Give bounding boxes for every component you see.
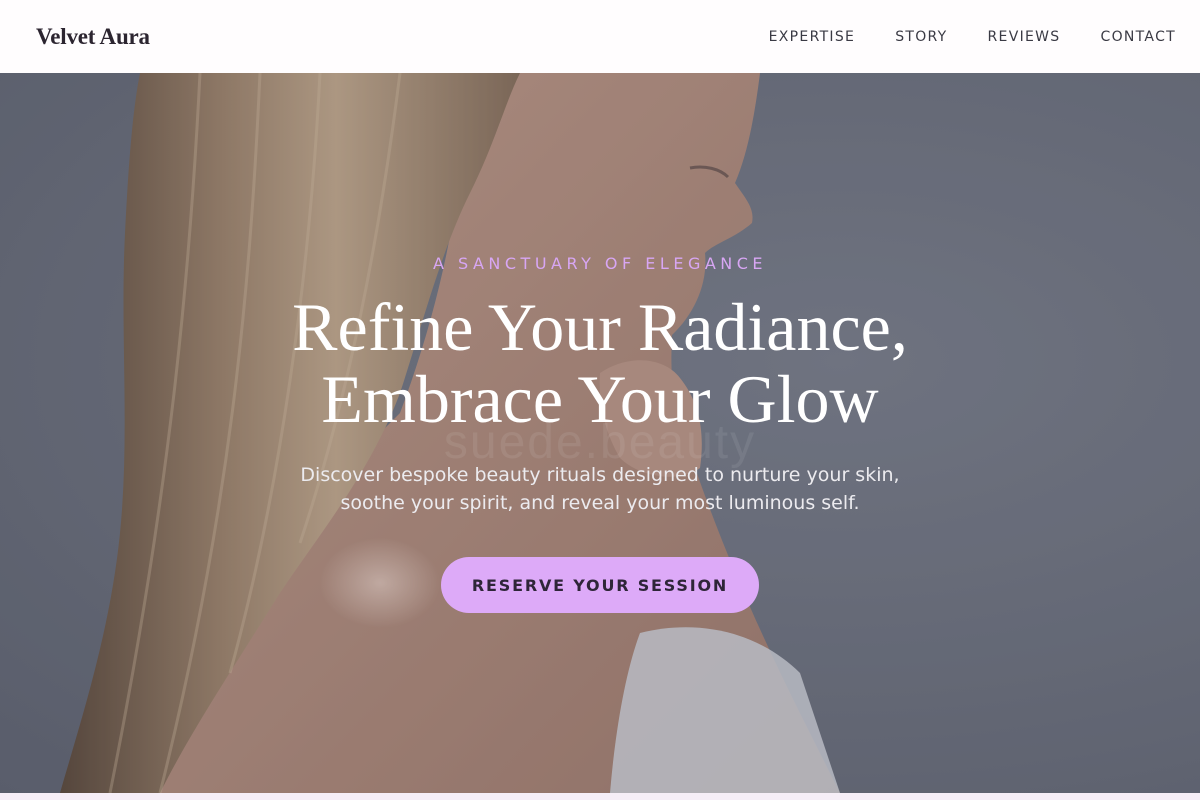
nav-link-story[interactable]: STORY: [895, 29, 947, 45]
hero-section: suede.beauty A SANCTUARY OF ELEGANCE Ref…: [0, 73, 1200, 793]
hero-content: A SANCTUARY OF ELEGANCE Refine Your Radi…: [0, 73, 1200, 793]
subhead-line-1: Discover bespoke beauty rituals designed…: [300, 464, 900, 486]
reserve-session-button[interactable]: RESERVE YOUR SESSION: [441, 557, 759, 613]
hero-headline: Refine Your Radiance, Embrace Your Glow: [0, 291, 1200, 435]
nav-link-expertise[interactable]: EXPERTISE: [769, 29, 856, 45]
nav-link-contact[interactable]: CONTACT: [1101, 29, 1177, 45]
headline-line-1: Refine Your Radiance,: [292, 289, 908, 365]
site-header: Velvet Aura EXPERTISE STORY REVIEWS CONT…: [0, 0, 1200, 73]
site-logo[interactable]: Velvet Aura: [36, 24, 150, 50]
headline-line-2: Embrace Your Glow: [321, 361, 879, 437]
subhead-line-2: soothe your spirit, and reveal your most…: [340, 492, 860, 514]
hero-subheading: Discover bespoke beauty rituals designed…: [0, 461, 1200, 517]
main-nav: EXPERTISE STORY REVIEWS CONTACT: [769, 29, 1176, 45]
next-section-edge: [0, 793, 1200, 800]
hero-eyebrow: A SANCTUARY OF ELEGANCE: [432, 254, 768, 273]
nav-link-reviews[interactable]: REVIEWS: [988, 29, 1061, 45]
